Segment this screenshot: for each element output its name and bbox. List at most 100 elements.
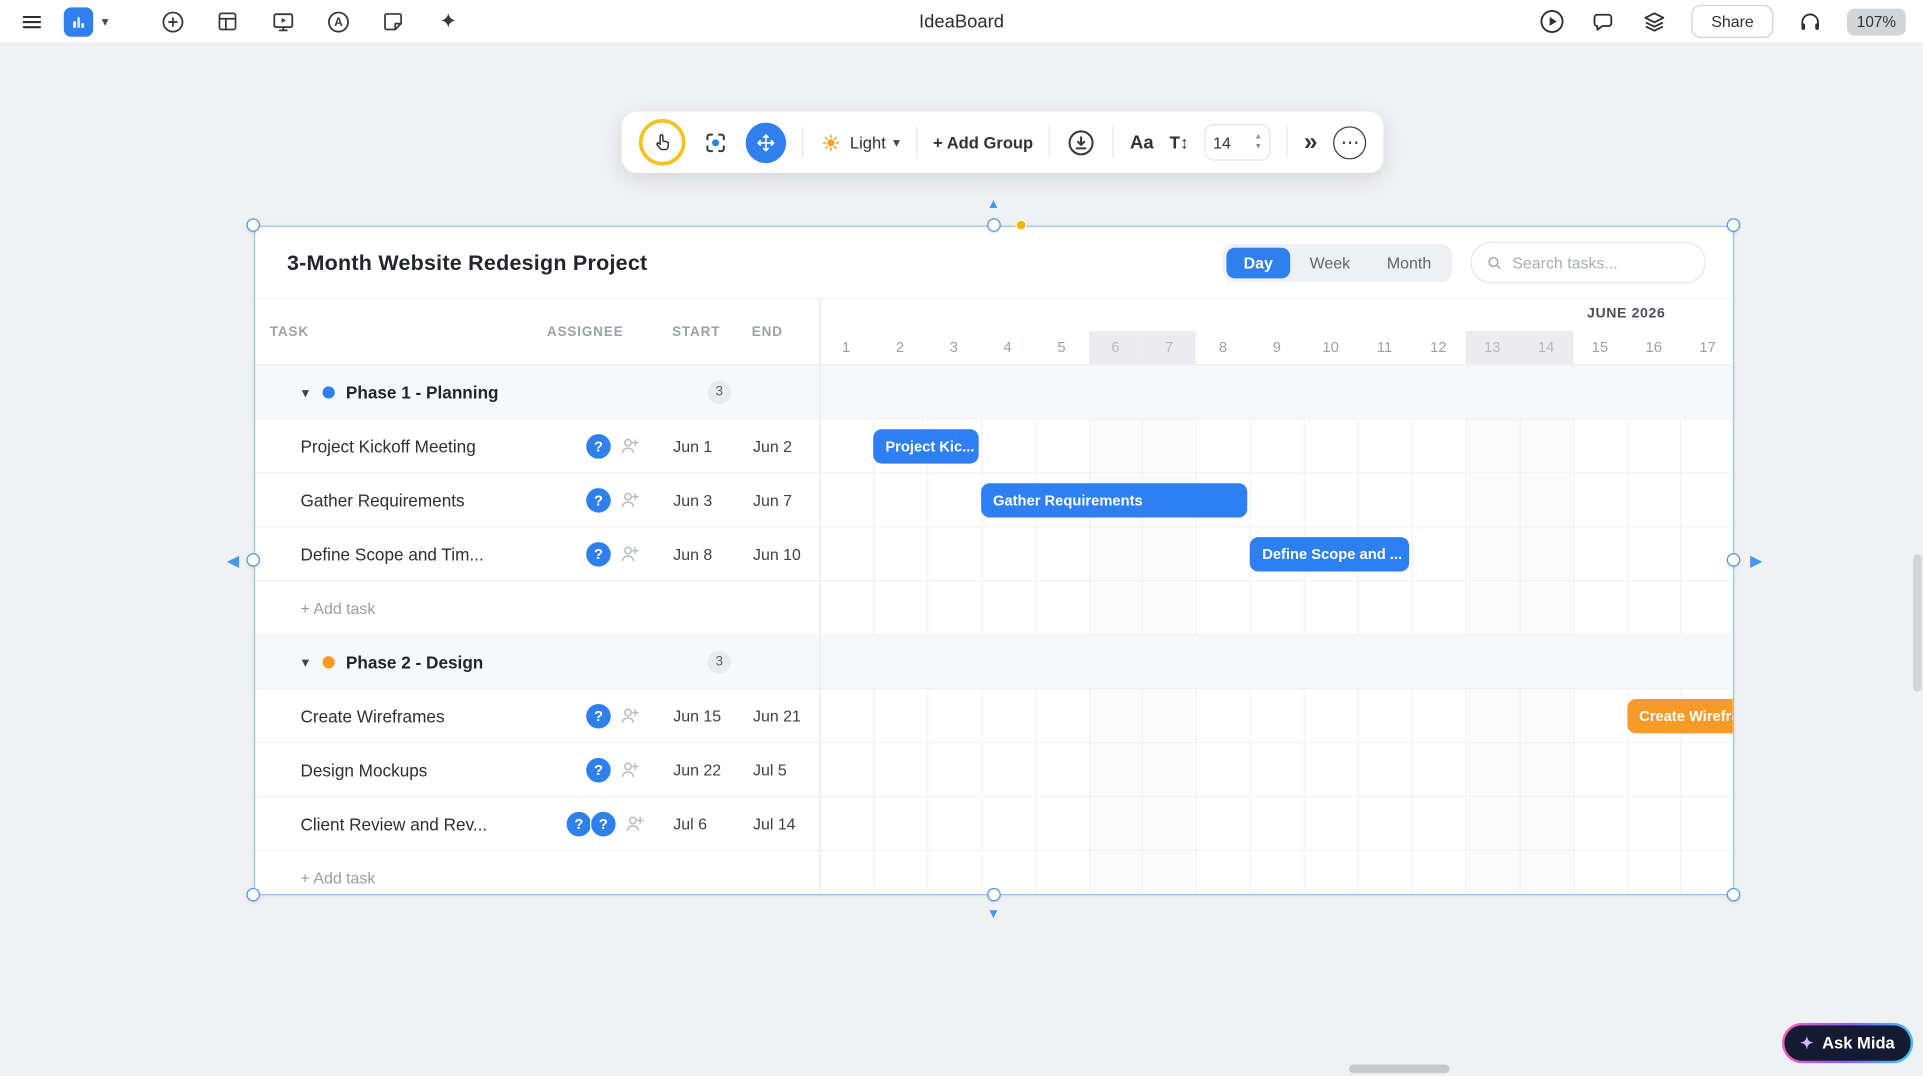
expand-right-arrow[interactable]: ▶ xyxy=(1750,552,1762,568)
chevron-down-icon: ▾ xyxy=(893,134,900,150)
selection-handle-top-left[interactable] xyxy=(247,218,260,231)
selection-handle-bottom-center[interactable] xyxy=(987,888,1000,901)
selection-handle-mid-right[interactable] xyxy=(1727,553,1740,566)
stepper-up-icon[interactable]: ▲ xyxy=(1254,134,1262,142)
expand-toolbar-icon[interactable]: » xyxy=(1304,128,1318,156)
assignee-avatar[interactable]: ? xyxy=(585,756,612,783)
ai-sparkle-icon[interactable]: ✦ xyxy=(434,7,463,36)
task-start-date: Jun 22 xyxy=(673,760,721,778)
task-end-date: Jun 7 xyxy=(753,491,792,509)
task-row[interactable]: Gather Requirements?Jun 3Jun 7Gather Req… xyxy=(255,473,1733,527)
view-tab-week[interactable]: Week xyxy=(1292,247,1367,278)
gantt-bar[interactable]: Create Wireframes xyxy=(1627,699,1733,733)
horizontal-scrollbar[interactable] xyxy=(1349,1065,1450,1074)
assignee-avatar[interactable]: ? xyxy=(585,540,612,567)
selection-handle-bottom-right[interactable] xyxy=(1727,888,1740,901)
selection-handle-bottom-left[interactable] xyxy=(247,888,260,901)
font-size-stepper[interactable]: ▲ ▼ xyxy=(1254,134,1262,151)
add-task-row[interactable]: + Add task xyxy=(255,581,1733,635)
search-box[interactable] xyxy=(1470,242,1705,284)
add-assignee-icon[interactable] xyxy=(623,812,645,834)
audio-headphones-icon[interactable] xyxy=(1795,7,1824,36)
add-assignee-icon[interactable] xyxy=(618,435,640,457)
expand-up-arrow[interactable]: ▲ xyxy=(987,198,1000,211)
move-tool-button[interactable] xyxy=(746,122,786,162)
comments-icon[interactable] xyxy=(1589,7,1618,36)
vertical-scrollbar[interactable] xyxy=(1913,554,1922,691)
add-element-icon[interactable] xyxy=(158,7,187,36)
download-button[interactable] xyxy=(1066,127,1097,158)
more-options-button[interactable]: ⋯ xyxy=(1333,126,1366,159)
selection-handle-top-right[interactable] xyxy=(1727,218,1740,231)
share-button[interactable]: Share xyxy=(1692,5,1774,38)
collapse-chevron-icon[interactable]: ▾ xyxy=(302,653,309,670)
view-tab-month[interactable]: Month xyxy=(1370,247,1449,278)
layers-icon[interactable] xyxy=(1640,7,1669,36)
day-header: 13 xyxy=(1465,331,1519,364)
assignee-avatar[interactable]: ? xyxy=(585,702,612,729)
board-switcher[interactable]: ▾ xyxy=(64,7,109,36)
ellipsis-icon: ⋯ xyxy=(1341,131,1359,153)
focus-frame-button[interactable] xyxy=(702,128,730,156)
pointer-tool-button[interactable] xyxy=(639,119,686,166)
toolbar-divider xyxy=(1287,126,1288,158)
font-size-icon[interactable]: T↕ xyxy=(1170,132,1189,152)
task-row[interactable]: Project Kickoff Meeting?Jun 1Jun 2Projec… xyxy=(255,419,1733,473)
task-name[interactable]: Client Review and Rev... xyxy=(300,814,487,834)
assignee-avatar[interactable]: ? xyxy=(590,810,617,837)
assignee-avatar[interactable]: ? xyxy=(585,432,612,459)
month-label: JUNE 2026 xyxy=(1587,307,1665,322)
stepper-down-icon[interactable]: ▼ xyxy=(1254,143,1262,151)
assignee-avatar[interactable]: ? xyxy=(585,486,612,513)
toolbar-divider xyxy=(1113,126,1114,158)
task-name[interactable]: Create Wireframes xyxy=(300,706,444,726)
present-play-icon[interactable] xyxy=(1537,7,1566,36)
collapse-chevron-icon[interactable]: ▾ xyxy=(302,383,309,400)
text-tool-icon[interactable]: A xyxy=(323,7,352,36)
search-input[interactable] xyxy=(1512,253,1690,271)
add-group-button[interactable]: + Add Group xyxy=(933,133,1033,151)
font-style-button[interactable]: Aa xyxy=(1130,132,1154,153)
day-header: 9 xyxy=(1250,331,1304,364)
add-task-button[interactable]: + Add task xyxy=(300,868,375,886)
app-title: IdeaBoard xyxy=(919,11,1004,32)
template-layout-icon[interactable] xyxy=(213,7,242,36)
add-assignee-icon[interactable] xyxy=(618,705,640,727)
task-row[interactable]: Design Mockups?Jun 22Jul 5 xyxy=(255,743,1733,797)
day-header: 3 xyxy=(927,331,981,364)
sticky-note-icon[interactable] xyxy=(378,7,407,36)
assignee-avatar[interactable]: ? xyxy=(565,810,592,837)
theme-selector[interactable]: Light ▾ xyxy=(819,131,900,154)
ask-mida-button[interactable]: ✦ Ask Mida xyxy=(1782,1023,1913,1063)
expand-down-arrow[interactable]: ▼ xyxy=(987,908,1000,921)
add-assignee-icon[interactable] xyxy=(618,489,640,511)
add-assignee-icon[interactable] xyxy=(618,543,640,565)
gantt-bar[interactable]: Gather Requirements xyxy=(981,483,1248,517)
task-name[interactable]: Define Scope and Tim... xyxy=(300,544,483,564)
task-name[interactable]: Design Mockups xyxy=(300,760,427,780)
menu-icon[interactable] xyxy=(17,7,46,36)
task-row[interactable]: Client Review and Rev...??Jul 6Jul 14 xyxy=(255,797,1733,851)
zoom-level-badge[interactable]: 107% xyxy=(1847,8,1906,35)
task-row[interactable]: Define Scope and Tim...?Jun 8Jun 10Defin… xyxy=(255,527,1733,581)
task-row[interactable]: Create Wireframes?Jun 15Jun 21Create Wir… xyxy=(255,689,1733,743)
add-task-button[interactable]: + Add task xyxy=(300,598,375,616)
task-name[interactable]: Project Kickoff Meeting xyxy=(300,436,475,456)
gantt-chart-widget[interactable]: 3-Month Website Redesign Project DayWeek… xyxy=(254,226,1734,896)
selection-handle-mid-left[interactable] xyxy=(247,553,260,566)
selection-anchor-dot[interactable] xyxy=(1015,220,1026,231)
presentation-icon[interactable] xyxy=(268,7,297,36)
group-row[interactable]: ▾Phase 1 - Planning3 xyxy=(255,365,1733,419)
selection-handle-top-center[interactable] xyxy=(987,218,1000,231)
group-row[interactable]: ▾Phase 2 - Design3 xyxy=(255,635,1733,689)
assignee-cell: ? xyxy=(585,702,640,729)
expand-left-arrow[interactable]: ◀ xyxy=(227,552,239,568)
gantt-bar[interactable]: Project Kic... xyxy=(873,429,978,463)
task-name[interactable]: Gather Requirements xyxy=(300,490,464,510)
add-assignee-icon[interactable] xyxy=(618,759,640,781)
view-tab-day[interactable]: Day xyxy=(1226,247,1290,278)
gantt-bar[interactable]: Define Scope and ... xyxy=(1250,537,1409,571)
font-size-control: ▲ ▼ xyxy=(1205,124,1271,161)
font-size-input[interactable] xyxy=(1213,133,1240,151)
day-header: 10 xyxy=(1304,331,1358,364)
